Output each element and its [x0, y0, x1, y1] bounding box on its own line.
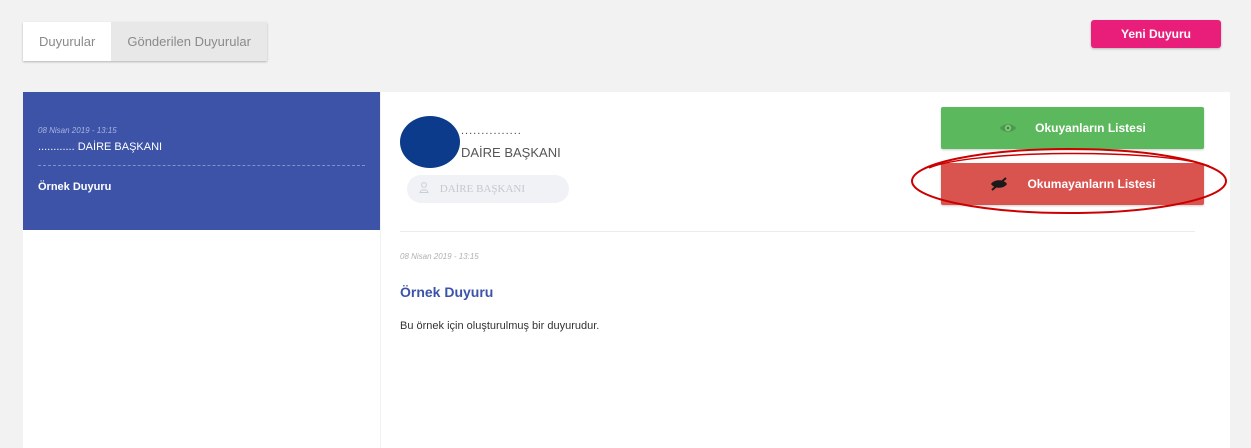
avatar	[400, 116, 460, 168]
user-icon	[419, 182, 432, 195]
tab-bar: Duyurular Gönderilen Duyurular	[23, 22, 267, 61]
list-item-date: 08 Nisan 2019 - 13:15	[38, 126, 117, 135]
announcement-date: 08 Nisan 2019 - 13:15	[400, 252, 479, 261]
readers-list-label: Okuyanların Listesi	[1035, 121, 1146, 135]
announcement-body: Bu örnek için oluşturulmuş bir duyurudur…	[400, 320, 600, 332]
announcement-detail: ............... DAİRE BAŞKANI DAİRE BAŞK…	[381, 92, 1230, 448]
eye-icon	[999, 122, 1017, 134]
list-item-selected[interactable]: 08 Nisan 2019 - 13:15 ............ DAİRE…	[23, 92, 380, 230]
list-item-title: Örnek Duyuru	[38, 181, 112, 193]
readers-list-button[interactable]: Okuyanların Listesi	[941, 107, 1204, 149]
announcement-list: 08 Nisan 2019 - 13:15 ............ DAİRE…	[23, 92, 380, 448]
tab-announcements[interactable]: Duyurular	[23, 22, 111, 61]
sender-name: ...............	[461, 125, 522, 137]
divider	[400, 231, 1195, 232]
role-chip: DAİRE BAŞKANI	[407, 175, 569, 203]
announcement-title: Örnek Duyuru	[400, 284, 494, 300]
tab-sent-announcements[interactable]: Gönderilen Duyurular	[111, 22, 267, 61]
list-item-author: ............ DAİRE BAŞKANI	[38, 141, 365, 166]
new-announcement-button[interactable]: Yeni Duyuru	[1091, 20, 1221, 48]
role-chip-label: DAİRE BAŞKANI	[439, 183, 525, 195]
highlight-annotation	[911, 148, 1227, 214]
sender-title: DAİRE BAŞKANI	[461, 145, 561, 160]
